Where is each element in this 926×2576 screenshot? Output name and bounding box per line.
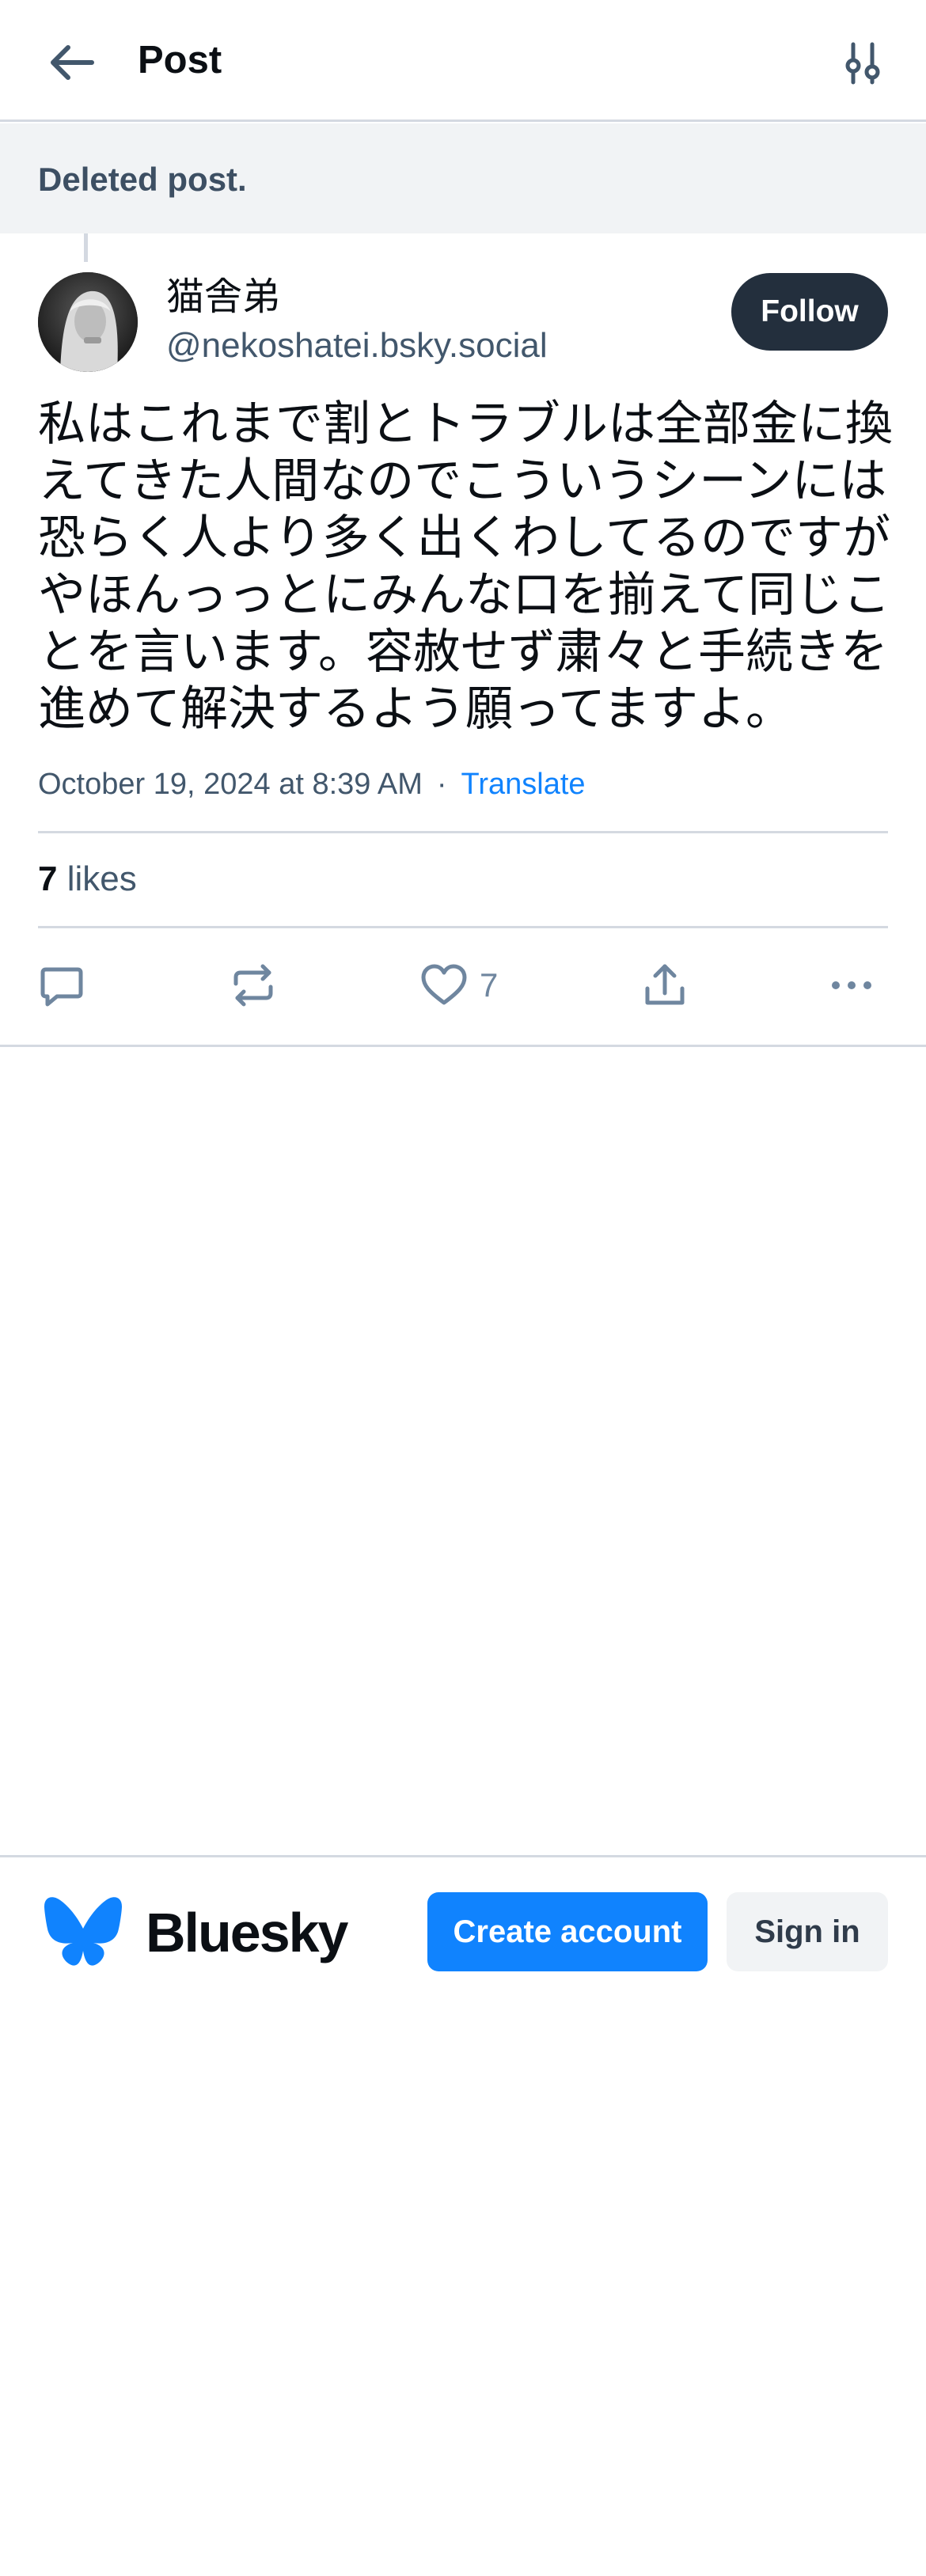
author-display-name[interactable]: 猫舎弟 — [166, 272, 280, 321]
post-timestamp: October 19, 2024 at 8:39 AM — [38, 768, 423, 801]
post-text: 私はこれまで割とトラブルは全部金に換えてきた人間なのでこういうシーンには恐らく人… — [38, 396, 893, 737]
reply-button[interactable] — [38, 959, 85, 1011]
repost-icon — [233, 964, 273, 1007]
thread-connector — [84, 233, 88, 262]
heart-icon — [421, 964, 467, 1005]
thread-settings-button[interactable] — [831, 32, 894, 95]
like-count: 7 — [480, 966, 499, 1003]
likes-label: likes — [66, 859, 137, 898]
divider — [38, 926, 888, 928]
meta-separator: · — [436, 768, 447, 801]
divider — [38, 831, 888, 833]
sliders-icon — [845, 42, 880, 85]
avatar[interactable] — [38, 272, 138, 372]
post-actions: 7 — [0, 950, 926, 1021]
top-bar: Post — [0, 0, 926, 122]
share-button[interactable] — [641, 959, 689, 1011]
page-title: Post — [138, 39, 222, 82]
author-handle[interactable]: @nekoshatei.bsky.social — [166, 323, 548, 369]
reply-bubble-icon — [40, 967, 83, 1007]
post-meta: October 19, 2024 at 8:39 AM · Translate — [38, 764, 586, 804]
likes-number: 7 — [38, 859, 58, 898]
share-icon — [645, 964, 685, 1005]
avatar-image — [38, 272, 138, 372]
sign-in-button[interactable]: Sign in — [727, 1892, 888, 1971]
like-button[interactable]: 7 — [419, 959, 498, 1011]
brand-name: Bluesky — [146, 1902, 348, 1963]
deleted-post-label: Deleted post. — [38, 161, 247, 198]
logged-out-footer: Bluesky Create account Sign in — [0, 1855, 926, 1982]
translate-link[interactable]: Translate — [461, 768, 586, 801]
butterfly-icon — [44, 1897, 122, 1966]
likes-count-link[interactable]: 7 likes — [38, 857, 137, 901]
follow-button[interactable]: Follow — [731, 273, 888, 351]
back-button[interactable] — [40, 35, 103, 90]
arrow-left-icon — [51, 45, 94, 80]
bluesky-logo — [43, 1895, 123, 1971]
create-account-button[interactable]: Create account — [427, 1892, 708, 1971]
more-options-button[interactable] — [828, 959, 875, 1011]
repost-button[interactable] — [230, 959, 277, 1011]
more-dots-icon — [832, 981, 871, 989]
post-bottom-border — [0, 1045, 926, 1047]
deleted-parent-post: Deleted post. — [0, 123, 926, 233]
